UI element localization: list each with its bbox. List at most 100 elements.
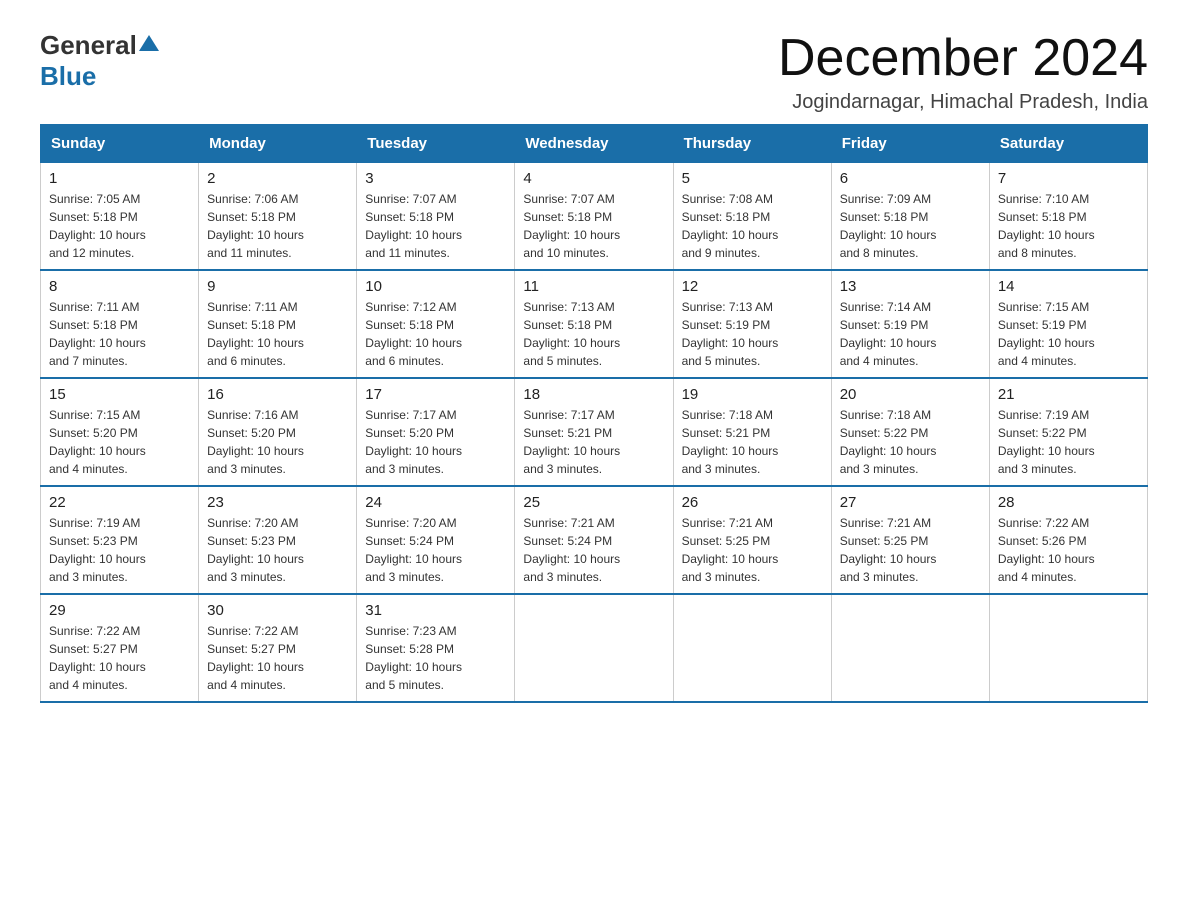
day-info: Sunrise: 7:11 AM Sunset: 5:18 PM Dayligh… (49, 298, 190, 370)
day-info: Sunrise: 7:13 AM Sunset: 5:19 PM Dayligh… (682, 298, 823, 370)
day-info: Sunrise: 7:05 AM Sunset: 5:18 PM Dayligh… (49, 190, 190, 262)
day-number: 16 (207, 386, 348, 403)
day-number: 14 (998, 278, 1139, 295)
calendar-cell: 7 Sunrise: 7:10 AM Sunset: 5:18 PM Dayli… (989, 163, 1147, 271)
day-number: 18 (523, 386, 664, 403)
day-info: Sunrise: 7:07 AM Sunset: 5:18 PM Dayligh… (523, 190, 664, 262)
day-number: 21 (998, 386, 1139, 403)
calendar-cell: 24 Sunrise: 7:20 AM Sunset: 5:24 PM Dayl… (357, 486, 515, 594)
calendar-cell (515, 594, 673, 702)
day-number: 27 (840, 494, 981, 511)
day-info: Sunrise: 7:07 AM Sunset: 5:18 PM Dayligh… (365, 190, 506, 262)
calendar-cell: 25 Sunrise: 7:21 AM Sunset: 5:24 PM Dayl… (515, 486, 673, 594)
day-number: 9 (207, 278, 348, 295)
title-area: December 2024 Jogindarnagar, Himachal Pr… (778, 30, 1148, 114)
calendar-cell: 17 Sunrise: 7:17 AM Sunset: 5:20 PM Dayl… (357, 378, 515, 486)
calendar-cell: 26 Sunrise: 7:21 AM Sunset: 5:25 PM Dayl… (673, 486, 831, 594)
day-number: 8 (49, 278, 190, 295)
logo-general-text: General (40, 30, 137, 61)
weekday-header-sunday: Sunday (41, 125, 199, 163)
day-info: Sunrise: 7:15 AM Sunset: 5:20 PM Dayligh… (49, 406, 190, 478)
logo-text: General (40, 30, 161, 61)
day-info: Sunrise: 7:12 AM Sunset: 5:18 PM Dayligh… (365, 298, 506, 370)
calendar-week-5: 29 Sunrise: 7:22 AM Sunset: 5:27 PM Dayl… (41, 594, 1148, 702)
calendar-cell: 22 Sunrise: 7:19 AM Sunset: 5:23 PM Dayl… (41, 486, 199, 594)
calendar-cell (989, 594, 1147, 702)
day-number: 22 (49, 494, 190, 511)
weekday-header-tuesday: Tuesday (357, 125, 515, 163)
day-info: Sunrise: 7:22 AM Sunset: 5:27 PM Dayligh… (49, 622, 190, 694)
day-number: 26 (682, 494, 823, 511)
day-info: Sunrise: 7:06 AM Sunset: 5:18 PM Dayligh… (207, 190, 348, 262)
calendar-cell: 3 Sunrise: 7:07 AM Sunset: 5:18 PM Dayli… (357, 163, 515, 271)
location-subtitle: Jogindarnagar, Himachal Pradesh, India (778, 91, 1148, 114)
day-number: 3 (365, 170, 506, 187)
day-info: Sunrise: 7:14 AM Sunset: 5:19 PM Dayligh… (840, 298, 981, 370)
day-number: 20 (840, 386, 981, 403)
calendar-cell: 5 Sunrise: 7:08 AM Sunset: 5:18 PM Dayli… (673, 163, 831, 271)
day-number: 10 (365, 278, 506, 295)
calendar-cell: 12 Sunrise: 7:13 AM Sunset: 5:19 PM Dayl… (673, 270, 831, 378)
calendar-cell: 30 Sunrise: 7:22 AM Sunset: 5:27 PM Dayl… (199, 594, 357, 702)
day-number: 7 (998, 170, 1139, 187)
day-info: Sunrise: 7:20 AM Sunset: 5:23 PM Dayligh… (207, 514, 348, 586)
day-info: Sunrise: 7:22 AM Sunset: 5:26 PM Dayligh… (998, 514, 1139, 586)
calendar-cell: 2 Sunrise: 7:06 AM Sunset: 5:18 PM Dayli… (199, 163, 357, 271)
day-number: 11 (523, 278, 664, 295)
calendar-cell: 9 Sunrise: 7:11 AM Sunset: 5:18 PM Dayli… (199, 270, 357, 378)
weekday-row: SundayMondayTuesdayWednesdayThursdayFrid… (41, 125, 1148, 163)
calendar-cell: 23 Sunrise: 7:20 AM Sunset: 5:23 PM Dayl… (199, 486, 357, 594)
calendar-cell: 28 Sunrise: 7:22 AM Sunset: 5:26 PM Dayl… (989, 486, 1147, 594)
day-number: 30 (207, 602, 348, 619)
day-info: Sunrise: 7:19 AM Sunset: 5:23 PM Dayligh… (49, 514, 190, 586)
logo-blue-text: Blue (40, 61, 96, 91)
calendar-week-2: 8 Sunrise: 7:11 AM Sunset: 5:18 PM Dayli… (41, 270, 1148, 378)
day-info: Sunrise: 7:09 AM Sunset: 5:18 PM Dayligh… (840, 190, 981, 262)
day-info: Sunrise: 7:11 AM Sunset: 5:18 PM Dayligh… (207, 298, 348, 370)
calendar-cell: 27 Sunrise: 7:21 AM Sunset: 5:25 PM Dayl… (831, 486, 989, 594)
day-info: Sunrise: 7:20 AM Sunset: 5:24 PM Dayligh… (365, 514, 506, 586)
day-info: Sunrise: 7:16 AM Sunset: 5:20 PM Dayligh… (207, 406, 348, 478)
calendar-cell: 21 Sunrise: 7:19 AM Sunset: 5:22 PM Dayl… (989, 378, 1147, 486)
day-number: 24 (365, 494, 506, 511)
calendar-cell: 29 Sunrise: 7:22 AM Sunset: 5:27 PM Dayl… (41, 594, 199, 702)
calendar-table: SundayMondayTuesdayWednesdayThursdayFrid… (40, 124, 1148, 703)
calendar-cell: 15 Sunrise: 7:15 AM Sunset: 5:20 PM Dayl… (41, 378, 199, 486)
logo-triangle-icon (139, 35, 159, 51)
logo: General Blue (40, 30, 161, 92)
day-info: Sunrise: 7:13 AM Sunset: 5:18 PM Dayligh… (523, 298, 664, 370)
weekday-header-thursday: Thursday (673, 125, 831, 163)
day-info: Sunrise: 7:21 AM Sunset: 5:25 PM Dayligh… (682, 514, 823, 586)
weekday-header-monday: Monday (199, 125, 357, 163)
day-info: Sunrise: 7:21 AM Sunset: 5:24 PM Dayligh… (523, 514, 664, 586)
day-info: Sunrise: 7:22 AM Sunset: 5:27 PM Dayligh… (207, 622, 348, 694)
header: General Blue December 2024 Jogindarnagar… (40, 30, 1148, 114)
day-number: 4 (523, 170, 664, 187)
calendar-cell: 8 Sunrise: 7:11 AM Sunset: 5:18 PM Dayli… (41, 270, 199, 378)
day-info: Sunrise: 7:19 AM Sunset: 5:22 PM Dayligh… (998, 406, 1139, 478)
day-info: Sunrise: 7:21 AM Sunset: 5:25 PM Dayligh… (840, 514, 981, 586)
day-number: 19 (682, 386, 823, 403)
month-title: December 2024 (778, 30, 1148, 87)
calendar-cell: 14 Sunrise: 7:15 AM Sunset: 5:19 PM Dayl… (989, 270, 1147, 378)
day-number: 28 (998, 494, 1139, 511)
day-number: 15 (49, 386, 190, 403)
day-info: Sunrise: 7:18 AM Sunset: 5:21 PM Dayligh… (682, 406, 823, 478)
day-info: Sunrise: 7:08 AM Sunset: 5:18 PM Dayligh… (682, 190, 823, 262)
calendar-body: 1 Sunrise: 7:05 AM Sunset: 5:18 PM Dayli… (41, 163, 1148, 703)
calendar-cell: 10 Sunrise: 7:12 AM Sunset: 5:18 PM Dayl… (357, 270, 515, 378)
day-number: 5 (682, 170, 823, 187)
day-info: Sunrise: 7:10 AM Sunset: 5:18 PM Dayligh… (998, 190, 1139, 262)
day-number: 1 (49, 170, 190, 187)
day-number: 25 (523, 494, 664, 511)
day-info: Sunrise: 7:17 AM Sunset: 5:20 PM Dayligh… (365, 406, 506, 478)
day-number: 17 (365, 386, 506, 403)
day-number: 29 (49, 602, 190, 619)
day-number: 23 (207, 494, 348, 511)
calendar-cell (831, 594, 989, 702)
calendar-cell: 6 Sunrise: 7:09 AM Sunset: 5:18 PM Dayli… (831, 163, 989, 271)
calendar-cell: 20 Sunrise: 7:18 AM Sunset: 5:22 PM Dayl… (831, 378, 989, 486)
calendar-cell: 4 Sunrise: 7:07 AM Sunset: 5:18 PM Dayli… (515, 163, 673, 271)
calendar-week-1: 1 Sunrise: 7:05 AM Sunset: 5:18 PM Dayli… (41, 163, 1148, 271)
day-number: 2 (207, 170, 348, 187)
